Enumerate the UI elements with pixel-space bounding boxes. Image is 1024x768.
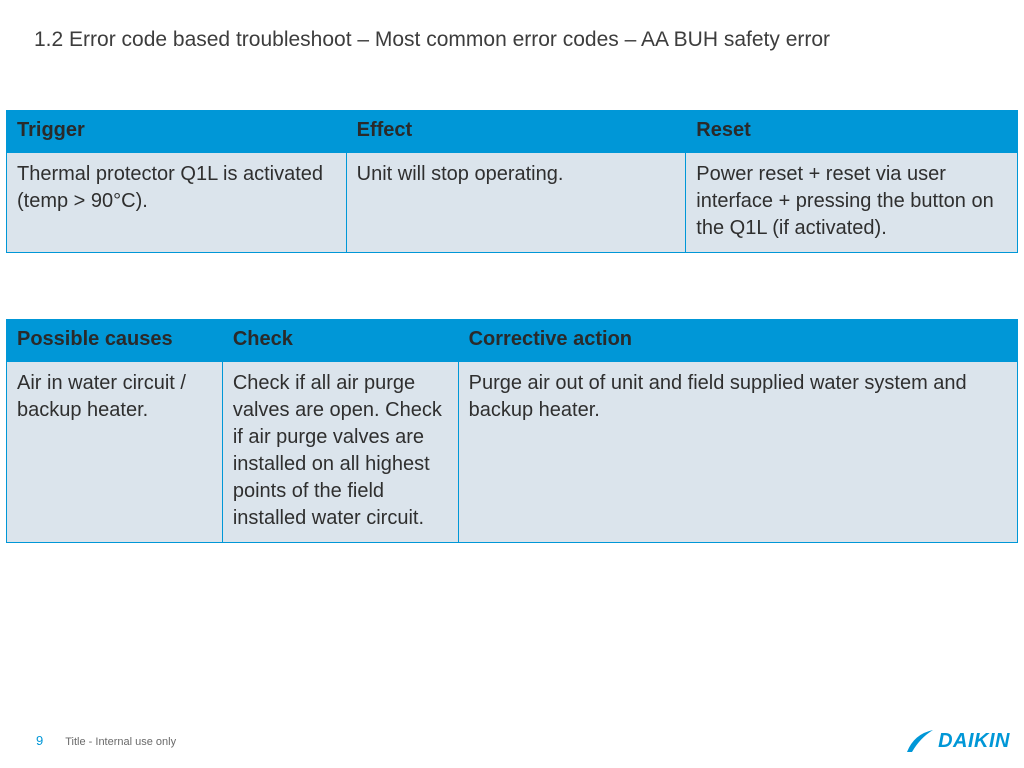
cell-reset: Power reset + reset via user interface +…: [686, 153, 1018, 253]
table-row: Thermal protector Q1L is activated (temp…: [7, 153, 1018, 253]
table-trigger-effect-reset: Trigger Effect Reset Thermal protector Q…: [6, 110, 1018, 253]
header-cause: Possible causes: [7, 320, 223, 362]
header-check: Check: [222, 320, 458, 362]
footer: 9 Title - Internal use only: [36, 733, 176, 748]
table-row: Possible causes Check Corrective action: [7, 320, 1018, 362]
header-reset: Reset: [686, 111, 1018, 153]
brand-logo: DAIKIN: [906, 728, 1010, 754]
table-row: Trigger Effect Reset: [7, 111, 1018, 153]
cell-cause: Air in water circuit / backup heater.: [7, 362, 223, 543]
cell-check: Check if all air purge valves are open. …: [222, 362, 458, 543]
cell-action: Purge air out of unit and field supplied…: [458, 362, 1017, 543]
header-trigger: Trigger: [7, 111, 347, 153]
logo-text: DAIKIN: [938, 730, 1010, 753]
cell-effect: Unit will stop operating.: [346, 153, 686, 253]
page-number: 9: [36, 733, 43, 748]
page-title: 1.2 Error code based troubleshoot – Most…: [34, 28, 830, 52]
footer-text: Title - Internal use only: [65, 736, 176, 748]
header-action: Corrective action: [458, 320, 1017, 362]
table-row: Air in water circuit / backup heater. Ch…: [7, 362, 1018, 543]
swoosh-icon: [906, 728, 934, 754]
table-cause-check-action: Possible causes Check Corrective action …: [6, 319, 1018, 543]
cell-trigger: Thermal protector Q1L is activated (temp…: [7, 153, 347, 253]
header-effect: Effect: [346, 111, 686, 153]
